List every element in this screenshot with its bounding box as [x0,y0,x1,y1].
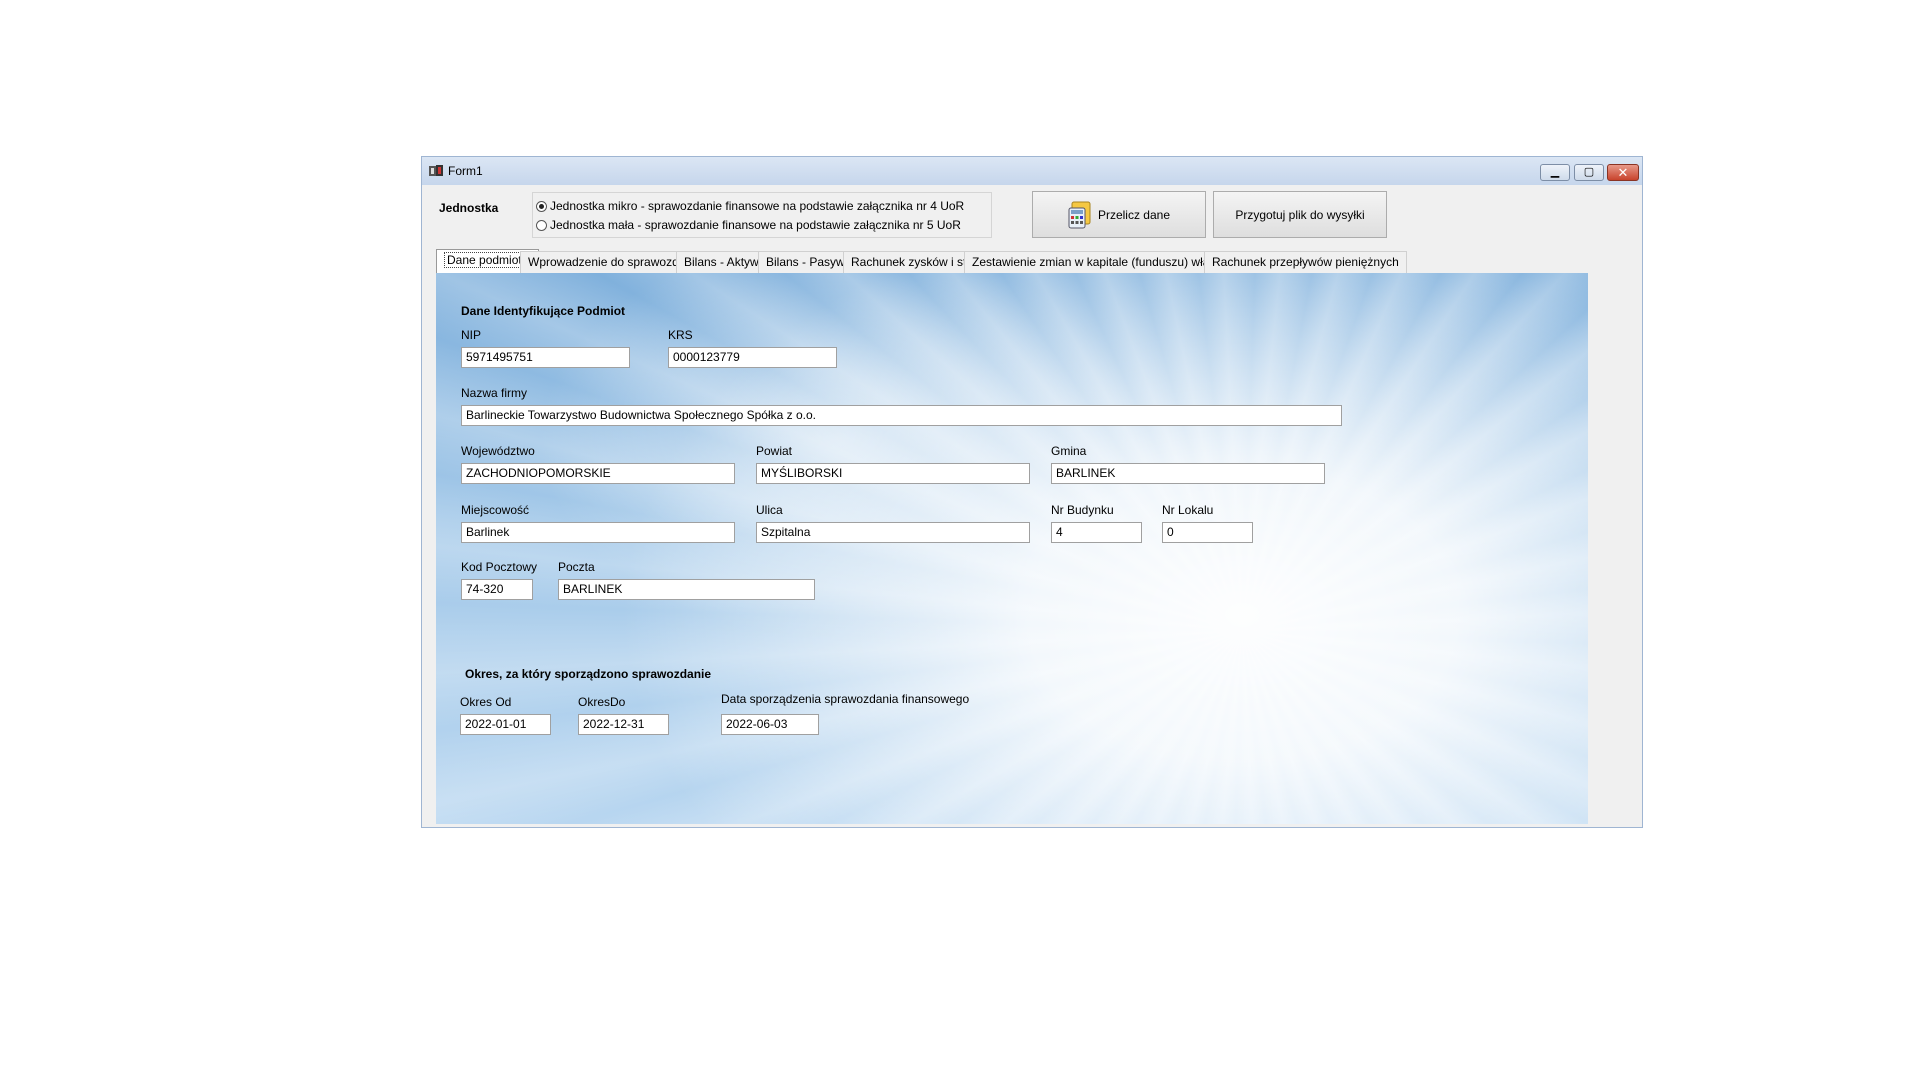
tab-bar: Dane podmiotu Wprowadzenie do sprawozdan… [436,249,1612,273]
przygotuj-plik-label: Przygotuj plik do wysyłki [1235,207,1365,222]
minimize-button[interactable]: ▁ [1540,164,1570,181]
radio-mikro[interactable]: Jednostka mikro - sprawozdanie finansowe… [536,198,964,214]
krs-field[interactable]: 0000123779 [668,347,837,368]
data-sporzadzenia-label: Data sporządzenia sprawozdania finansowe… [721,692,970,706]
jednostka-label: Jednostka [439,201,499,215]
kod-pocztowy-field[interactable]: 74-320 [461,579,533,600]
krs-label: KRS [668,328,693,342]
close-icon: ✕ [1617,165,1629,180]
ulica-label: Ulica [756,503,783,517]
poczta-field[interactable]: BARLINEK [558,579,815,600]
przelicz-dane-button[interactable]: Przelicz dane [1032,191,1206,238]
przelicz-dane-label: Przelicz dane [1097,207,1171,222]
title-bar: Form1 ▁ ▢ ✕ [422,157,1642,185]
window-title: Form1 [448,164,483,178]
maximize-icon: ▢ [1583,166,1595,178]
nazwa-firmy-label: Nazwa firmy [461,386,528,400]
close-button[interactable]: ✕ [1607,164,1639,181]
miejscowosc-label: Miejscowość [461,503,530,517]
gmina-field[interactable]: BARLINEK [1051,463,1325,484]
przygotuj-plik-button[interactable]: Przygotuj plik do wysyłki [1213,191,1387,238]
gmina-label: Gmina [1051,444,1087,458]
radio-mikro-button[interactable] [536,200,547,212]
dane-podmiotu-panel: Dane Identyfikujące Podmiot NIP 59714957… [436,273,1588,824]
radio-mala[interactable]: Jednostka mała - sprawozdanie finansowe … [536,217,961,233]
nr-budynku-field[interactable]: 4 [1051,522,1142,543]
kod-pocztowy-label: Kod Pocztowy [461,560,538,574]
main-window: Form1 ▁ ▢ ✕ Jednostka Jednostka mikro - … [421,156,1643,828]
tab-dane-podmiotu-label: Dane podmiotu [444,252,532,268]
nr-budynku-label: Nr Budynku [1051,503,1114,517]
radio-mala-button[interactable] [536,219,547,231]
okres-section-title: Okres, za który sporządzono sprawozdanie [465,667,712,681]
minimize-icon: ▁ [1550,166,1560,178]
ulica-field[interactable]: Szpitalna [756,522,1030,543]
wojewodztwo-field[interactable]: ZACHODNIOPOMORSKIE [461,463,735,484]
tab-przeplywy[interactable]: Rachunek przepływów pieniężnych [1204,251,1407,273]
nip-label: NIP [461,328,482,342]
poczta-label: Poczta [558,560,595,574]
miejscowosc-field[interactable]: Barlinek [461,522,735,543]
nr-lokalu-field[interactable]: 0 [1162,522,1253,543]
app-icon [429,165,443,176]
jednostka-radio-group: Jednostka mikro - sprawozdanie finansowe… [532,192,992,238]
nr-lokalu-label: Nr Lokalu [1162,503,1214,517]
powiat-label: Powiat [756,444,793,458]
calculator-icon [1068,201,1091,228]
radio-mala-label: Jednostka mała - sprawozdanie finansowe … [550,218,961,232]
data-sporzadzenia-field[interactable]: 2022-06-03 [721,714,819,735]
okres-do-field[interactable]: 2022-12-31 [578,714,669,735]
nazwa-firmy-field[interactable]: Barlineckie Towarzystwo Budownictwa Społ… [461,405,1342,426]
maximize-button[interactable]: ▢ [1574,164,1604,181]
okres-od-label: Okres Od [460,695,512,709]
okres-do-label: OkresDo [578,695,626,709]
wojewodztwo-label: Województwo [461,444,535,458]
okres-od-field[interactable]: 2022-01-01 [460,714,551,735]
dane-section-title: Dane Identyfikujące Podmiot [461,304,626,318]
nip-field[interactable]: 5971495751 [461,347,630,368]
radio-mikro-label: Jednostka mikro - sprawozdanie finansowe… [550,199,965,213]
powiat-field[interactable]: MYŚLIBORSKI [756,463,1030,484]
